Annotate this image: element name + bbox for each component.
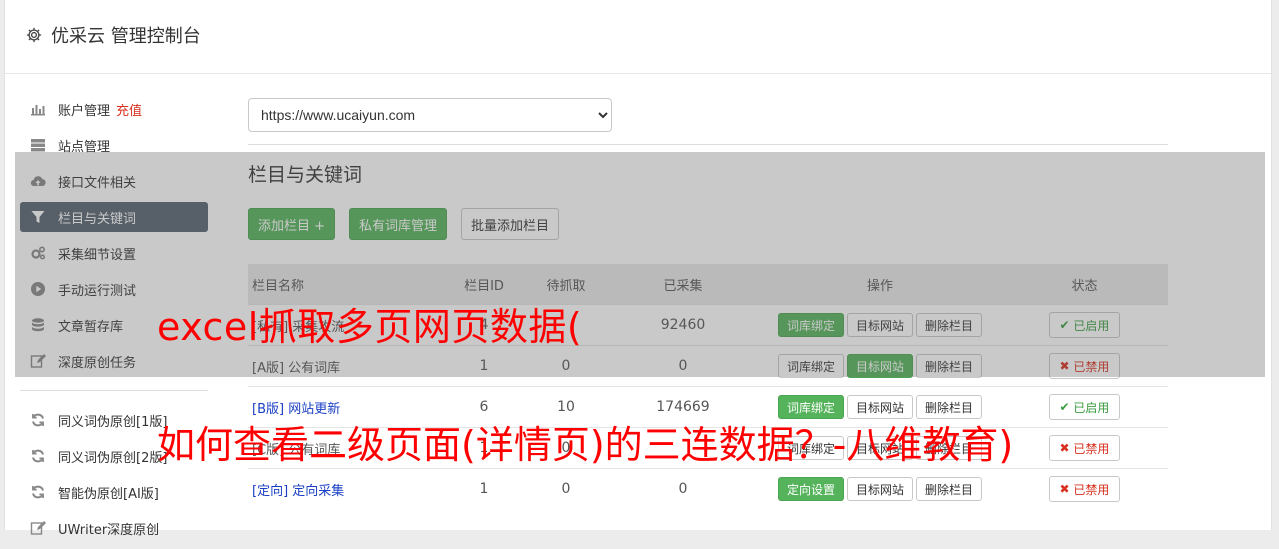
app-title: 优采云 管理控制台 [51,26,201,47]
refresh-icon [32,449,44,463]
row-ops: 定向设置 目标网站 删除栏目 [759,468,1001,509]
sidebar-item-label: 同义词伪原创[2版] [58,450,168,466]
refresh-icon [32,413,44,427]
sidebar-item-ai-original[interactable]: 智能伪原创[AI版] [20,477,215,507]
sidebar-item-label: UWriter深度原创 [58,522,160,538]
brand: 优采云 管理控制台 [25,22,201,48]
server-icon [31,139,45,152]
table-row: [定向] 定向采集 1 0 0 定向设置 目标网站 删除栏目 ✖ 已禁用 [248,468,1168,509]
status-disabled-toggle[interactable]: ✖ 已禁用 [1048,476,1121,502]
x-icon: ✖ [1059,482,1074,496]
row-id: 1 [443,468,525,509]
sidebar-item-label: 同义词伪原创[1版] [58,414,168,430]
status-label: 已启用 [1073,400,1110,415]
target-site-button[interactable]: 目标网站 [846,477,913,501]
top-bar: 优采云 管理控制台 [5,0,1271,74]
x-icon: ✖ [1059,441,1074,455]
sidebar-item-account[interactable]: 账户管理 充值 [20,94,215,124]
row-pending: 0 [525,468,607,509]
status-disabled-toggle[interactable]: ✖ 已禁用 [1048,435,1121,461]
bar-chart-icon [31,105,45,116]
row-status: ✖ 已禁用 [1001,468,1168,509]
refresh-icon [32,485,44,499]
row-collected: 0 [607,468,759,509]
delete-column-button[interactable]: 删除栏目 [916,477,983,501]
site-select[interactable]: https://www.ucaiyun.com [248,98,612,132]
sidebar-item-label: 智能伪原创[AI版] [58,486,159,502]
sidebar-item-label: 账户管理 [58,103,111,119]
overlay-caption-line1: excel抓取多页网页数据( [157,305,583,349]
gear-icon [26,27,42,43]
row-status: ✖ 已禁用 [1001,427,1168,469]
overlay-caption-line2: 如何查看二级页面(详情页)的三连数据？-八维教育) [157,423,1014,467]
main-content: https://www.ucaiyun.com [248,98,1168,132]
check-icon: ✔ [1059,400,1074,414]
status-enabled-toggle[interactable]: ✔ 已启用 [1048,394,1121,420]
edit-icon [30,521,46,535]
row-name[interactable]: [定向] 定向采集 [248,468,443,509]
sidebar-item-uwriter[interactable]: UWriter深度原创 [20,513,215,543]
status-label: 已禁用 [1073,441,1110,456]
recharge-link[interactable]: 充值 [116,100,142,119]
status-label: 已禁用 [1073,482,1110,497]
directed-settings-button[interactable]: 定向设置 [777,477,844,501]
divider [248,144,1168,145]
row-status: ✔ 已启用 [1001,386,1168,428]
sidebar-divider [20,390,208,391]
